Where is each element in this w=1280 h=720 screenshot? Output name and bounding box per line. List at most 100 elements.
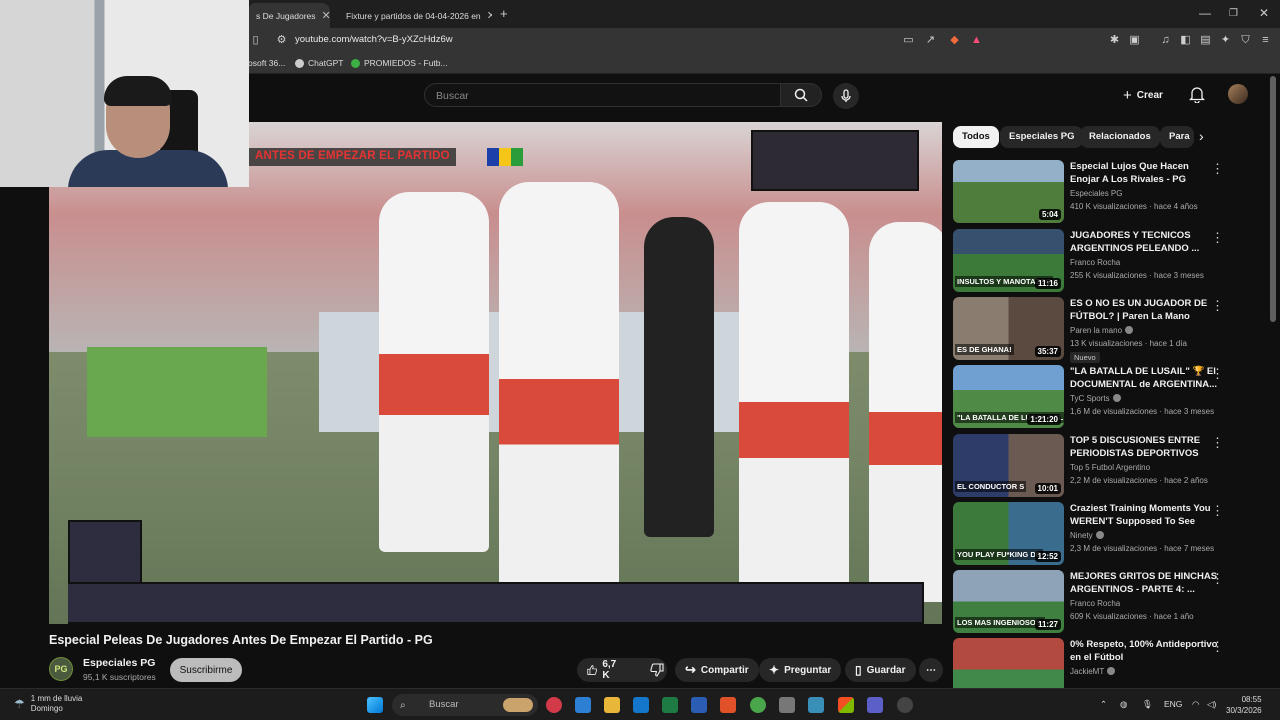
recommendation-channel[interactable]: Franco Rocha [1070,258,1120,267]
wallet2-icon[interactable]: ▤ [1199,34,1212,47]
recommendation-card[interactable]: ES DE GHANA! 35:37 ES O NO ES UN JUGADOR D… [953,297,1263,363]
extensions-icon[interactable]: ✱ [1108,34,1121,47]
video-thumbnail[interactable]: YOU PLAY FU*KING DE 12:52 [953,502,1064,565]
recommendation-card[interactable]: EL CONDUCTOR S 10:01 TOP 5 DISCUSIONES ENT… [953,434,1263,498]
weather-widget[interactable]: ☂ 1 mm de lluvia Domingo [14,694,82,714]
bookmark-icon[interactable]: ▯ [249,34,262,47]
site-info-icon[interactable]: ⚙ [275,34,288,47]
recommendation-channel[interactable]: Franco Rocha [1070,599,1120,608]
more-vertical-icon[interactable]: ⋮ [1211,639,1224,655]
tab-active-video[interactable]: s De Jugadores ✕ [248,3,330,28]
app-icon[interactable] [897,697,913,713]
url-field[interactable]: youtube.com/watch?v=B-yXZcHdz6w [295,34,453,45]
recommendation-title[interactable]: ES O NO ES UN JUGADOR DE FÚTBOL? | Paren… [1070,297,1220,323]
search-input[interactable]: Buscar [424,83,780,107]
rewards-icon[interactable]: ▲ [970,34,983,47]
brave-shield-icon[interactable]: ◆ [948,34,961,47]
vscode-icon[interactable] [575,697,591,713]
vpn-icon[interactable]: ⛉ [1239,34,1252,47]
language-indicator[interactable]: ENG [1164,699,1182,709]
volume-icon[interactable]: ◁) [1207,699,1216,710]
video-thumbnail[interactable]: ES DE GHANA! 35:37 [953,297,1064,360]
recommendation-channel[interactable]: Paren la mano [1070,326,1134,335]
word-icon[interactable] [691,697,707,713]
minimize-icon[interactable]: — [1199,6,1211,20]
channel-avatar[interactable]: PG [49,657,73,681]
video-thumbnail[interactable]: INSULTOS Y MANOTAZOS 11:16 [953,229,1064,292]
recommendation-card[interactable]: INSULTOS Y MANOTAZOS 11:16 JUGADORES Y TEC… [953,229,1263,293]
recommendation-title[interactable]: Craziest Training Moments You WEREN'T Su… [1070,502,1220,528]
recommendation-title[interactable]: JUGADORES Y TECNICOS ARGENTINOS PELEANDO… [1070,229,1220,255]
chip-all[interactable]: Todos [953,126,999,148]
bookmark-chatgpt[interactable]: ChatGPT [295,58,343,68]
more-vertical-icon[interactable]: ⋮ [1211,571,1224,587]
tab-fixture[interactable]: Fixture y partidos de 04-04-2026 en ✕ [332,3,492,28]
recommendation-title[interactable]: "LA BATALLA DE LUSAIL" 🏆 El DOCUMENTAL d… [1070,365,1220,391]
video-thumbnail[interactable]: "LA BATALLA DE LUSAIL" EL DOCUMEN1:21:20 [953,365,1064,428]
cast-icon[interactable]: ▭ [902,34,915,47]
media-player-icon[interactable] [546,697,562,713]
close-window-icon[interactable]: ✕ [1259,6,1269,20]
account-avatar[interactable] [1228,84,1248,104]
chip-for-you[interactable]: Para [1160,126,1194,148]
more-vertical-icon[interactable]: ⋮ [1211,298,1224,314]
ask-button[interactable]: ✦ Preguntar [759,658,842,682]
wallet-icon[interactable]: ▣ [1128,34,1141,47]
more-vertical-icon[interactable]: ⋮ [1211,366,1224,382]
menu-icon[interactable]: ≡ [1259,34,1272,47]
dislike-button[interactable] [640,658,674,682]
bookmark-promiedos[interactable]: PROMIEDOS - Futb... [351,58,448,68]
recommendation-channel[interactable]: Ninety [1070,531,1104,540]
create-button[interactable]: + Crear [1123,84,1163,106]
tray-app-icon[interactable]: ◍ [1120,699,1127,710]
more-vertical-icon[interactable]: ⋮ [1211,161,1224,177]
close-tab-icon[interactable]: ✕ [322,9,330,22]
wifi-icon[interactable]: ◠ [1192,699,1199,710]
video-player[interactable]: ANTES DE EMPEZAR EL PARTIDO [49,122,942,624]
more-vertical-icon[interactable]: ⋮ [1211,435,1224,451]
recommendation-title[interactable]: MEJORES GRITOS DE HINCHAS ARGENTINOS - P… [1070,570,1220,596]
close-tab-icon[interactable]: ✕ [487,9,492,22]
scrollbar[interactable] [1270,76,1276,322]
recommendation-card[interactable]: "LA BATALLA DE LUSAIL" EL DOCUMEN1:21:20… [953,365,1263,429]
recommendation-card[interactable]: YOU PLAY FU*KING DE 12:52 Craziest Trainin… [953,502,1263,566]
voice-search-button[interactable] [833,83,859,109]
file-explorer-icon[interactable] [604,697,620,713]
recommendation-card[interactable]: LOS MAS INGENIOSOS: 11:27 MEJORES GRITOS D… [953,570,1263,634]
clock[interactable]: 08:55 30/3/2026 [1226,694,1262,716]
leo-icon[interactable]: ✦ [1219,34,1232,47]
windows-start-icon[interactable] [367,697,383,713]
more-vertical-icon[interactable]: ⋮ [1211,503,1224,519]
recommendation-title[interactable]: Especial Lujos Que Hacen Enojar A Los Ri… [1070,160,1220,186]
excel-icon[interactable] [662,697,678,713]
video-thumbnail[interactable]: LOS MAS INGENIOSOS: 11:27 [953,570,1064,633]
save-button[interactable]: ▯ Guardar [845,658,916,682]
channel-name[interactable]: Especiales PG [83,657,155,669]
chrome-icon[interactable] [750,697,766,713]
outlook-icon[interactable] [633,697,649,713]
more-actions-button[interactable]: ⋯ [919,658,943,682]
recommendation-channel[interactable]: JackieMT [1070,667,1116,676]
recommendation-card[interactable]: 5:04 Especial Lujos Que Hacen Enojar A Lo… [953,160,1263,224]
bookmark-office[interactable]: osoft 36... [248,58,285,68]
microphone-icon[interactable]: 🎙 [1142,699,1153,710]
share-icon[interactable]: ↗ [924,34,937,47]
share-button[interactable]: ↪ Compartir [675,658,759,682]
subscribe-button[interactable]: Suscribirme [170,658,242,682]
like-button[interactable]: 6,7 K [577,658,630,682]
chevron-up-icon[interactable]: ⌃ [1100,699,1107,710]
chevron-right-icon[interactable]: › [1199,128,1204,144]
music-icon[interactable]: ♫ [1159,34,1172,47]
new-tab-icon[interactable]: + [500,6,508,21]
more-vertical-icon[interactable]: ⋮ [1211,230,1224,246]
recommendation-title[interactable]: 0% Respeto, 100% Antideportivo en el Fút… [1070,638,1220,664]
sidebar-icon[interactable]: ◧ [1179,34,1192,47]
video-thumbnail[interactable]: EL CONDUCTOR S 10:01 [953,434,1064,497]
brave-icon[interactable] [720,697,736,713]
store-icon[interactable] [838,697,854,713]
chip-channel[interactable]: Especiales PG [1000,126,1084,148]
recommendation-channel[interactable]: Top 5 Futbol Argentino [1070,463,1150,472]
app-icon[interactable] [808,697,824,713]
teams-icon[interactable] [867,697,883,713]
search-button[interactable] [780,83,822,107]
